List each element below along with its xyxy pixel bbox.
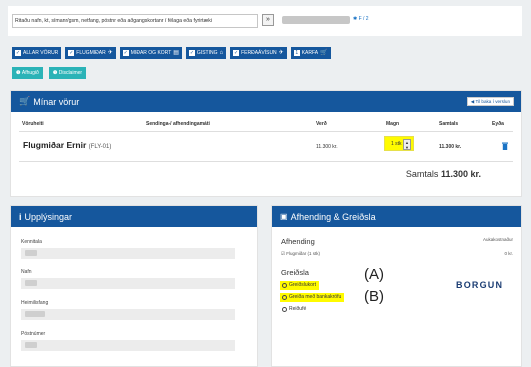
page: Ritaðu nafn, kt, símanr/gsm, netfang, pó…: [0, 0, 531, 367]
checkbox-icon: ✓: [15, 50, 21, 56]
afhending-heading: Afhending: [281, 237, 315, 246]
field-label-kennitala: Kennitala: [21, 239, 42, 245]
cart-count-badge: 1: [293, 50, 300, 56]
nav-travel-voucher[interactable]: ✓ FERÐAÁVÍSUN ✈: [230, 47, 287, 59]
trash-icon[interactable]: [502, 142, 508, 150]
plane-icon: ✈: [278, 50, 284, 56]
blurred-value: [25, 280, 37, 286]
nav-all-products[interactable]: ✓ ALLAR VÖRUR: [12, 47, 62, 59]
payment-option-cash[interactable]: Reiðufé: [280, 305, 309, 314]
col-total: Samtals: [439, 121, 459, 127]
product-code: (FLY-01): [88, 144, 112, 150]
afhending-item-label: Flugmiðar (1 stk): [286, 251, 321, 256]
payment-option-bank[interactable]: Greiða með bankakröfu: [280, 293, 345, 302]
cart-panel: 🛒 Mínar vörur ◀ Til baka í verslun Vöruh…: [10, 90, 522, 197]
field-label-postnumer: Póstnúmer: [21, 331, 46, 337]
status-tag: ✱ F / 2: [353, 16, 369, 22]
quantity-stepper[interactable]: 1 stk ▲ ▼: [384, 136, 414, 151]
notice-label: Afhugið: [21, 70, 39, 76]
nav-label: FLUGMIÐAR: [76, 50, 106, 56]
col-qty: Magn: [386, 121, 400, 127]
annotation-b: (B): [364, 288, 384, 305]
nav-cart[interactable]: 1 KARFA 🛒: [290, 47, 331, 59]
product-name: Flugmiðar Ernir (FLY-01): [23, 140, 111, 150]
disclaimer-label: Disclaimer: [58, 70, 83, 76]
nav-tickets-cards[interactable]: ✓ MIÐAR OG KORT ▤: [119, 47, 182, 59]
afhending-item: ☑ Flugmiðar (1 stk): [281, 251, 320, 257]
radio-icon: [282, 307, 287, 312]
info-panel: i Upplýsingar Kennitala Nafn Heimilisfan…: [10, 205, 258, 367]
checkbox-icon: ✓: [233, 50, 240, 56]
total-label: Samtals: [405, 169, 439, 179]
cart-icon: 🛒: [320, 50, 328, 56]
info-icon: i: [19, 211, 22, 222]
checkbox-icon: ✓: [188, 50, 195, 56]
blurred-value: [25, 311, 45, 317]
blurred-value: [25, 342, 37, 348]
annotation-a: (A): [364, 266, 384, 283]
card-icon: ▣: [280, 212, 288, 221]
nav-label: ALLAR VÖRUR: [23, 50, 59, 56]
search-button[interactable]: »: [262, 14, 274, 26]
col-item: Vöruheiti: [22, 121, 44, 127]
disclaimer-button[interactable]: ❶ Disclaimer: [48, 67, 87, 79]
product-total: 11.300 kr.: [439, 144, 462, 150]
kennitala-field[interactable]: [21, 248, 235, 259]
payment-option-card[interactable]: Greiðslukort: [280, 281, 319, 290]
spinner-arrows-icon[interactable]: ▲ ▼: [403, 139, 411, 150]
postcode-field[interactable]: [21, 340, 235, 351]
plane-icon: ✈: [107, 50, 113, 56]
nav-label: KARFA: [301, 50, 319, 56]
checkbox-icon: ✓: [68, 50, 75, 56]
ticket-icon: ▤: [173, 50, 179, 56]
checkbox-icon: ✓: [122, 50, 129, 56]
field-label-nafn: Nafn: [21, 269, 32, 275]
col-delete: Eyða: [492, 121, 504, 127]
cart-icon: 🛒: [19, 96, 31, 106]
payment-heading: Greiðsla: [281, 268, 309, 277]
col-shipping: Sendinga-/ afhendingamáti: [146, 121, 210, 127]
search-input[interactable]: Ritaðu nafn, kt, símanr/gsm, netfang, pó…: [12, 14, 258, 28]
quantity-value: 1 stk: [391, 141, 402, 147]
blurred-user-info: [282, 16, 350, 24]
option-label: Greiðslukort: [289, 282, 316, 288]
option-label: Greiða með bankakröfu: [289, 294, 342, 300]
product-price: 11.300 kr.: [316, 144, 338, 150]
nav-label: GISTING: [196, 50, 218, 56]
search-bar: Ritaðu nafn, kt, símanr/gsm, netfang, pó…: [8, 6, 522, 36]
notice-button[interactable]: ❶ Afhugið: [12, 67, 43, 79]
divider: [19, 161, 513, 162]
nav-flights[interactable]: ✓ FLUGMIÐAR ✈: [65, 47, 116, 59]
afhending-price: 0 kr.: [504, 251, 513, 256]
cart-title: Mínar vörur: [33, 96, 80, 107]
toolbar: ❶ Afhugið ❶ Disclaimer: [12, 67, 87, 79]
borgun-logo: BORGUN: [456, 280, 504, 290]
extra-cost-label: Aukakostnaður: [482, 237, 513, 242]
nav-label: FERÐAÁVÍSUN: [241, 50, 277, 56]
category-nav: ✓ ALLAR VÖRUR ✓ FLUGMIÐAR ✈ ✓ MIÐAR OG KORT ▤…: [12, 47, 331, 59]
nav-label: MIÐAR OG KORT: [130, 50, 172, 56]
delivery-header: ▣ Afhending & Greiðsla: [272, 206, 521, 227]
delivery-title: Afhending & Greiðsla: [290, 211, 376, 222]
name-field[interactable]: [21, 278, 235, 289]
house-icon: ⌂: [219, 50, 224, 56]
cart-header: 🛒 Mínar vörur ◀ Til baka í verslun: [11, 91, 521, 112]
radio-icon: [282, 295, 287, 300]
product-title: Flugmiðar Ernir: [23, 140, 87, 150]
radio-icon: [282, 283, 287, 288]
blurred-value: [25, 250, 37, 256]
back-to-shop-button[interactable]: ◀ Til baka í verslun: [466, 97, 514, 106]
divider: [19, 131, 513, 132]
cart-total: Samtals 11.300 kr.: [406, 169, 481, 179]
info-title: Upplýsingar: [24, 211, 73, 222]
col-price: Verð: [316, 121, 327, 127]
info-header: i Upplýsingar: [11, 206, 257, 227]
option-label: Reiðufé: [289, 306, 307, 312]
nav-lodging[interactable]: ✓ GISTING ⌂: [185, 47, 227, 59]
total-value: 11.300 kr.: [440, 169, 481, 179]
field-label-heimilisfang: Heimilisfang: [21, 300, 49, 306]
address-field[interactable]: [21, 309, 235, 320]
